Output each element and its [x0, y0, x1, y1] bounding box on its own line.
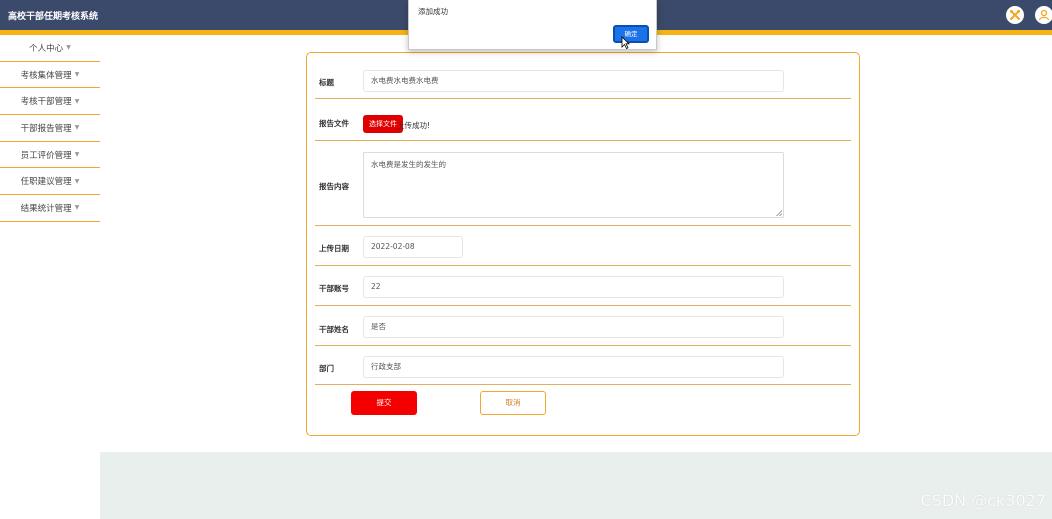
sidebar-item-label: 考核干部管理 [20, 97, 72, 108]
form-row-account: 干部账号 22 [315, 266, 851, 306]
account-input[interactable]: 22 [363, 276, 784, 298]
date-input[interactable]: 2022-02-08 [363, 236, 463, 258]
ok-button[interactable]: 确定 [613, 25, 649, 43]
form-row-name: 干部姓名 是否 [315, 306, 851, 346]
content-background [100, 452, 1052, 519]
cancel-button[interactable]: 取消 [480, 391, 546, 415]
form-row-content: 报告内容 水电费是发生的发生的 [315, 141, 851, 226]
sidebar-item-cadre-report[interactable]: 干部报告管理 ▼ [0, 115, 100, 142]
account-label: 干部账号 [319, 284, 349, 293]
chevron-down-icon: ▼ [66, 44, 71, 52]
sidebar-item-label: 干部报告管理 [20, 123, 72, 134]
submit-button[interactable]: 提交 [351, 391, 417, 415]
report-form: 标题 水电费水电费水电费 报告文件 选择文件 上传成功! 报告内容 水电费是发生… [306, 52, 860, 436]
date-label: 上传日期 [319, 244, 349, 253]
sidebar-item-result-statistics[interactable]: 结果统计管理 ▼ [0, 195, 100, 222]
content-text: 水电费是发生的发生的 [371, 160, 446, 169]
file-label: 报告文件 [319, 119, 349, 128]
resize-handle-icon[interactable] [776, 210, 782, 216]
sidebar-item-assessment-group[interactable]: 考核集体管理 ▼ [0, 62, 100, 89]
chevron-down-icon: ▼ [74, 177, 80, 185]
sidebar-item-label: 个人中心 [29, 43, 64, 54]
department-label: 部门 [319, 364, 334, 373]
department-input[interactable]: 行政支部 [363, 356, 784, 378]
form-row-file: 报告文件 选择文件 上传成功! [315, 99, 851, 141]
name-label: 干部姓名 [319, 325, 349, 334]
sidebar-item-assessment-cadre[interactable]: 考核干部管理 ▼ [0, 88, 100, 116]
chevron-down-icon: ▼ [74, 151, 80, 159]
title-label: 标题 [319, 78, 334, 87]
form-row-title: 标题 水电费水电费水电费 [315, 63, 851, 99]
app-title: 高校干部任期考核系统 [8, 12, 99, 22]
sidebar-item-label: 考核集体管理 [20, 70, 72, 81]
name-input[interactable]: 是否 [363, 316, 784, 338]
sidebar-item-label: 结果统计管理 [20, 203, 72, 214]
content-label: 报告内容 [319, 182, 349, 191]
title-input[interactable]: 水电费水电费水电费 [363, 70, 784, 92]
app-root: 高校干部任期考核系统 个人中心 ▼ 考核集体管理 ▼ 考核干部管理 ▼ 干部报告管 [0, 0, 1052, 519]
content-textarea[interactable]: 水电费是发生的发生的 [363, 152, 784, 218]
mouse-cursor-icon [621, 36, 630, 49]
alert-message: 添加成功 [418, 7, 448, 16]
upload-status: 上传成功! [397, 121, 431, 130]
sidebar-item-appointment-suggestion[interactable]: 任职建议管理 ▼ [0, 168, 100, 196]
watermark: CSDN @ck3027 [920, 491, 1046, 510]
sidebar: 个人中心 ▼ 考核集体管理 ▼ 考核干部管理 ▼ 干部报告管理 ▼ 员工评价管理 ▼ 任职… [0, 35, 100, 222]
chevron-down-icon: ▼ [74, 97, 80, 105]
form-row-date: 上传日期 2022-02-08 [315, 226, 851, 266]
sidebar-item-label: 任职建议管理 [20, 177, 72, 188]
sidebar-item-label: 员工评价管理 [20, 150, 72, 161]
alert-dialog: 添加成功 确定 [408, 0, 657, 50]
chevron-down-icon: ▼ [74, 204, 80, 212]
chevron-down-icon: ▼ [74, 71, 80, 79]
chevron-down-icon: ▼ [74, 124, 80, 132]
sidebar-item-personal-center[interactable]: 个人中心 ▼ [0, 35, 100, 62]
form-row-department: 部门 行政支部 [315, 346, 851, 385]
sidebar-item-staff-evaluation[interactable]: 员工评价管理 ▼ [0, 142, 100, 169]
tools-icon[interactable] [1006, 6, 1024, 24]
user-icon[interactable] [1035, 6, 1052, 24]
